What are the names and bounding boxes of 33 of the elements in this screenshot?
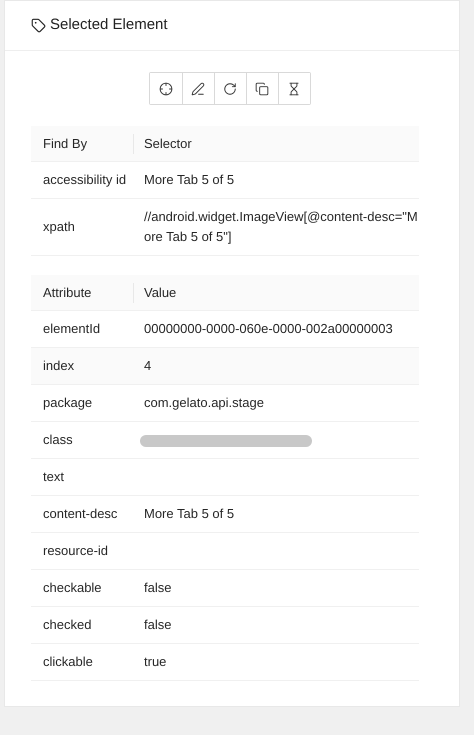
panel-title: Selected Element	[50, 15, 168, 36]
table-cell: clickable	[43, 654, 93, 670]
table-cell: resource-id	[43, 543, 108, 558]
column-header: Value	[144, 284, 176, 300]
table-cell: content-desc	[43, 506, 118, 522]
table-cell: More Tab 5 of 5	[144, 172, 234, 187]
toolbar-button[interactable]	[278, 73, 310, 104]
table-cell: true	[144, 654, 166, 669]
crosshair-icon	[158, 82, 172, 96]
table-cell: index	[43, 358, 74, 374]
table-cell: false	[144, 617, 172, 632]
table-cell: package	[43, 395, 92, 410]
tag-icon	[31, 18, 46, 33]
table-cell: accessibility id	[43, 172, 126, 188]
table-cell: //android.widget.ImageView[@content-desc="More Tab 5 of 5"]	[144, 209, 418, 244]
table-cell: checked	[43, 617, 92, 632]
table-cell: text	[43, 469, 64, 484]
table-cell: 4	[144, 358, 152, 373]
column-header: Selector	[144, 136, 192, 151]
column-header: Attribute	[43, 284, 92, 302]
table-cell: More Tab 5 of 5	[144, 506, 234, 521]
pencil-icon	[191, 82, 205, 96]
table-cell: xpath	[43, 219, 75, 234]
column-header: Find By	[43, 134, 88, 153]
hourglass-icon	[287, 82, 301, 96]
table-cell: class	[43, 432, 73, 448]
table-cell: 00000000-0000-060e-0000-002a00000003	[144, 321, 393, 336]
table-cell: com.gelato.api.stage	[144, 395, 264, 410]
copy-icon	[255, 82, 269, 96]
table-cell: checkable	[43, 580, 102, 596]
refresh-icon	[223, 82, 237, 96]
table-cell: elementId	[43, 321, 100, 336]
table-cell: false	[144, 580, 172, 595]
